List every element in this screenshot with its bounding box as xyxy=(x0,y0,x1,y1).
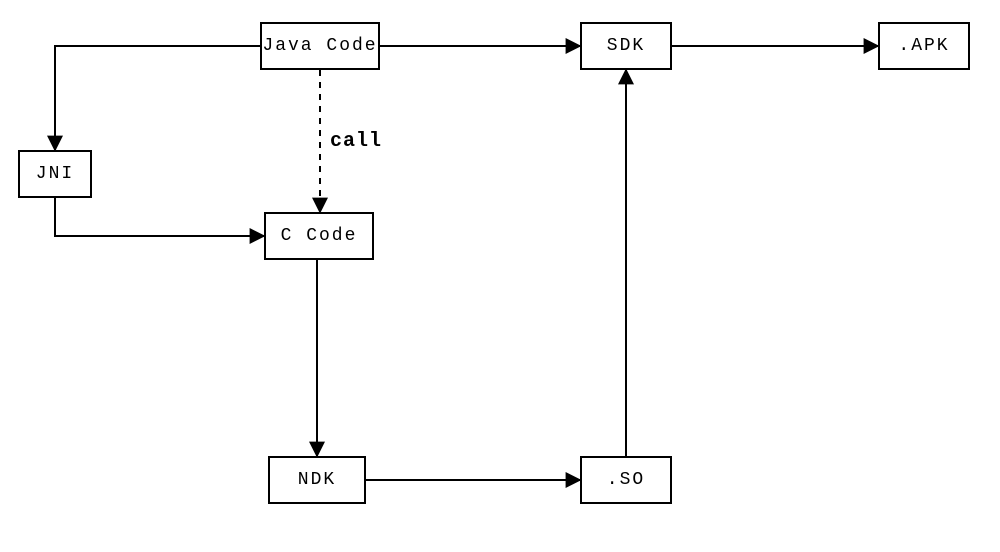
node-java-code: Java Code xyxy=(260,22,380,70)
edge-label-call: call xyxy=(330,130,382,153)
node-ndk: NDK xyxy=(268,456,366,504)
node-label: JNI xyxy=(36,164,74,184)
node-label: Java Code xyxy=(262,36,377,56)
edge-jni-to-ccode xyxy=(55,198,264,236)
node-label: C Code xyxy=(281,226,358,246)
node-label: .APK xyxy=(898,36,949,56)
node-apk: .APK xyxy=(878,22,970,70)
node-so: .SO xyxy=(580,456,672,504)
node-label: SDK xyxy=(607,36,645,56)
node-label: .SO xyxy=(607,470,645,490)
edge-java-to-jni xyxy=(55,46,260,150)
node-sdk: SDK xyxy=(580,22,672,70)
edge-label-text: call xyxy=(330,130,382,153)
node-jni: JNI xyxy=(18,150,92,198)
connectors xyxy=(0,0,1000,552)
node-label: NDK xyxy=(298,470,336,490)
node-c-code: C Code xyxy=(264,212,374,260)
